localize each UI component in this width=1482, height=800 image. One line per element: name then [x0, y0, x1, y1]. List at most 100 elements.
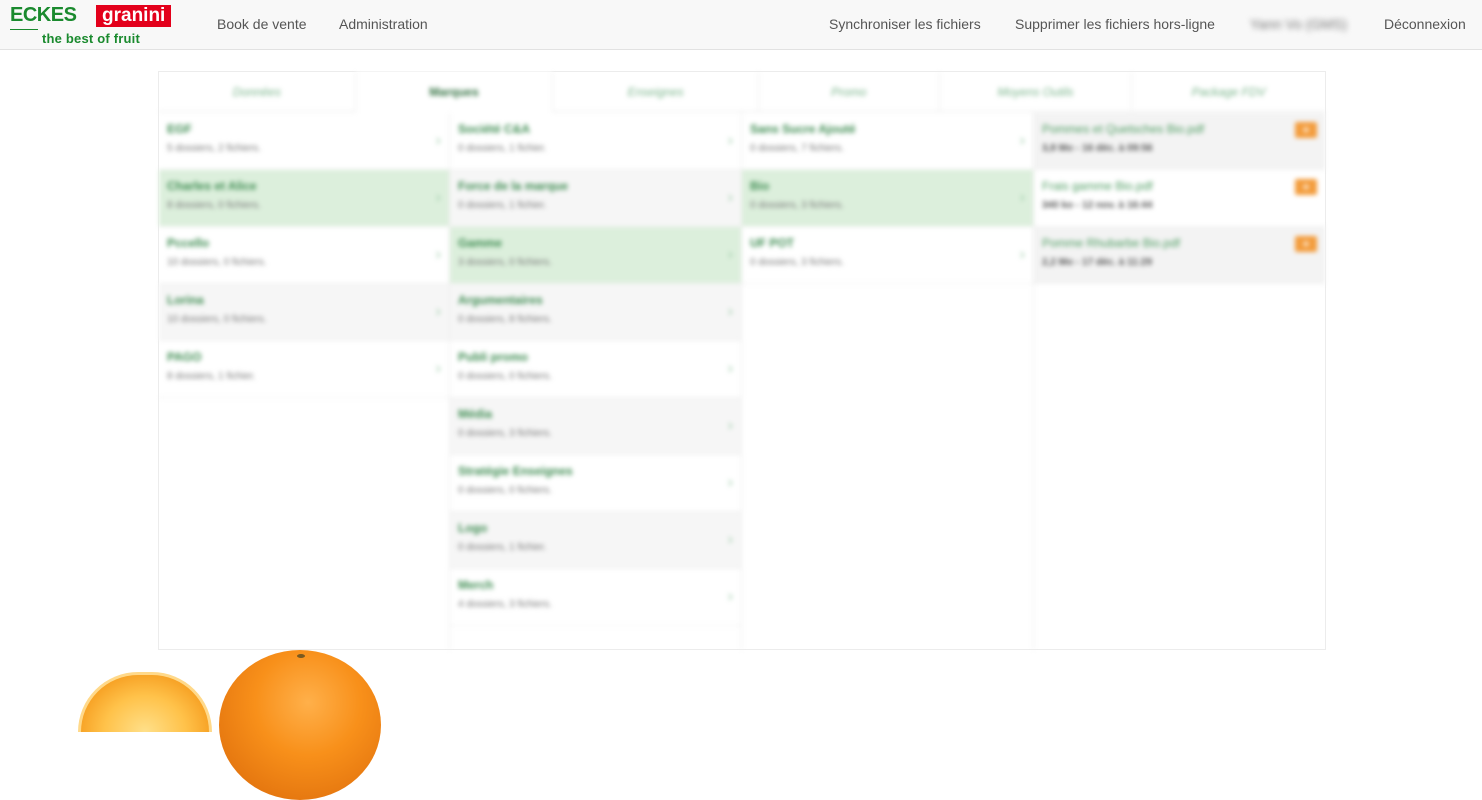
item-meta: 0 dossiers, 0 fichiers.	[458, 371, 552, 382]
file-meta: 2,2 Mo - 17 déc. à 11:29	[1042, 257, 1153, 268]
file-meta: 3,8 Mo - 16 déc. à 09:56	[1042, 143, 1153, 154]
file-item[interactable]: Pommes et Quetsches Bio.pdf 3,8 Mo - 16 d…	[1034, 113, 1325, 170]
tab-moyens-outils[interactable]: Moyens Outils	[940, 72, 1133, 112]
item-name: UF POT	[750, 236, 794, 250]
logo-eckes-text: ECKES	[10, 4, 77, 26]
list-item[interactable]: PAGO 8 dossiers, 1 fichier. ›	[159, 341, 449, 398]
list-item[interactable]: Stratégie Enseignes 0 dossiers, 0 fichier…	[450, 455, 741, 512]
item-meta: 10 dossiers, 0 fichiers.	[167, 257, 267, 268]
chevron-right-icon: ›	[1019, 246, 1025, 263]
chevron-right-icon: ›	[727, 588, 733, 605]
list-item[interactable]: Force de la marque 0 dossiers, 1 fichier.…	[450, 170, 741, 227]
column-gamme-folders: Sans Sucre Ajouté 0 dossiers, 7 fichiers.…	[742, 113, 1034, 650]
chevron-right-icon: ›	[727, 246, 733, 263]
item-meta: 0 dossiers, 1 fichier.	[458, 200, 547, 211]
orange-stem	[297, 654, 305, 658]
list-item[interactable]: Pccello 10 dossiers, 0 fichiers. ›	[159, 227, 449, 284]
logo-tagline: the best of fruit	[42, 31, 141, 46]
chevron-right-icon: ›	[727, 189, 733, 206]
list-item[interactable]: EGF 5 dossiers, 2 fichiers. ›	[159, 113, 449, 170]
item-name: Média	[458, 407, 493, 421]
list-item[interactable]: Charles et Alice 8 dossiers, 0 fichiers. ›	[159, 170, 449, 227]
column-brands: EGF 5 dossiers, 2 fichiers. › Charles et A…	[159, 113, 450, 650]
logo-granini-text: granini	[96, 5, 172, 27]
item-name: Société C&A	[458, 122, 531, 136]
file-item[interactable]: Pomme Rhubarbe Bio.pdf 2,2 Mo - 17 déc. à…	[1034, 227, 1325, 284]
nav-delete-offline-files[interactable]: Supprimer les fichiers hors-ligne	[1015, 16, 1215, 32]
item-name: Logo	[458, 521, 488, 535]
tab-promo[interactable]: Promo	[759, 72, 940, 112]
tab-package-fdv[interactable]: Package FDV	[1132, 72, 1325, 112]
item-name: Argumentaires	[458, 293, 543, 307]
file-item[interactable]: Frais gamme Bio.pdf 340 ko - 12 nov. à 16…	[1034, 170, 1325, 227]
add-offline-badge[interactable]: +	[1295, 179, 1317, 195]
tab-donnees[interactable]: Données	[159, 72, 356, 112]
item-name: Pccello	[167, 236, 210, 250]
chevron-right-icon: ›	[435, 360, 441, 377]
item-name: Bio	[750, 179, 770, 193]
list-item[interactable]: Société C&A 0 dossiers, 1 fichier. ›	[450, 113, 741, 170]
list-item[interactable]: Argumentaires 0 dossiers, 8 fichiers. ›	[450, 284, 741, 341]
item-meta: 0 dossiers, 3 fichiers.	[750, 257, 844, 268]
item-name: Publi promo	[458, 350, 528, 364]
item-name: Lorina	[167, 293, 204, 307]
item-name: Stratégie Enseignes	[458, 464, 573, 478]
item-name: Force de la marque	[458, 179, 569, 193]
chevron-right-icon: ›	[727, 531, 733, 548]
file-name: Frais gamme Bio.pdf	[1042, 179, 1153, 193]
tab-enseignes[interactable]: Enseignes	[553, 72, 759, 112]
item-meta: 0 dossiers, 7 fichiers.	[750, 143, 844, 154]
item-name: EGF	[167, 122, 192, 136]
chevron-right-icon: ›	[727, 474, 733, 491]
nav-administration[interactable]: Administration	[339, 16, 428, 32]
item-meta: 8 dossiers, 0 fichiers.	[167, 200, 261, 211]
list-item[interactable]: Merch 4 dossiers, 3 fichiers. ›	[450, 569, 741, 626]
add-offline-badge[interactable]: +	[1295, 236, 1317, 252]
list-item[interactable]: UF POT 0 dossiers, 3 fichiers. ›	[742, 227, 1033, 284]
list-item[interactable]: Logo 0 dossiers, 1 fichier. ›	[450, 512, 741, 569]
logo-divider	[10, 29, 38, 30]
chevron-right-icon: ›	[727, 417, 733, 434]
item-meta: 3 dossiers, 0 fichiers.	[458, 257, 552, 268]
chevron-right-icon: ›	[1019, 189, 1025, 206]
item-meta: 0 dossiers, 3 fichiers.	[750, 200, 844, 211]
file-meta: 340 ko - 12 nov. à 16:44	[1042, 200, 1153, 211]
eckes-granini-logo[interactable]: ECKES granini the best of fruit	[10, 4, 182, 46]
item-meta: 4 dossiers, 3 fichiers.	[458, 599, 552, 610]
list-item[interactable]: Bio 0 dossiers, 3 fichiers. ›	[742, 170, 1033, 227]
file-name: Pommes et Quetsches Bio.pdf	[1042, 122, 1205, 136]
tab-marques[interactable]: Marques	[355, 72, 554, 112]
item-meta: 0 dossiers, 3 fichiers.	[458, 428, 552, 439]
item-meta: 0 dossiers, 0 fichiers.	[458, 485, 552, 496]
add-offline-badge[interactable]: +	[1295, 122, 1317, 138]
list-item[interactable]: Gamme 3 dossiers, 0 fichiers. ›	[450, 227, 741, 284]
chevron-right-icon: ›	[727, 132, 733, 149]
column-brand-folders: Société C&A 0 dossiers, 1 fichier. › Force…	[450, 113, 742, 650]
nav-book-de-vente[interactable]: Book de vente	[217, 16, 307, 32]
item-meta: 0 dossiers, 1 fichier.	[458, 143, 547, 154]
item-name: PAGO	[167, 350, 202, 364]
list-item[interactable]: Publi promo 0 dossiers, 0 fichiers. ›	[450, 341, 741, 398]
item-name: Sans Sucre Ajouté	[750, 122, 856, 136]
list-item[interactable]: Média 0 dossiers, 3 fichiers. ›	[450, 398, 741, 455]
item-meta: 0 dossiers, 8 fichiers.	[458, 314, 552, 325]
chevron-right-icon: ›	[727, 360, 733, 377]
item-name: Merch	[458, 578, 494, 592]
nav-user-name[interactable]: Yann Vo (GMS)	[1250, 16, 1347, 32]
chevron-right-icon: ›	[727, 303, 733, 320]
chevron-right-icon: ›	[1019, 132, 1025, 149]
browser-panel: Données Marques Enseignes Promo Moyens O…	[158, 71, 1326, 650]
chevron-right-icon: ›	[435, 132, 441, 149]
item-name: Charles et Alice	[167, 179, 257, 193]
chevron-right-icon: ›	[435, 246, 441, 263]
nav-logout[interactable]: Déconnexion	[1384, 16, 1466, 32]
list-item[interactable]: Sans Sucre Ajouté 0 dossiers, 7 fichiers.…	[742, 113, 1033, 170]
column-files: Pommes et Quetsches Bio.pdf 3,8 Mo - 16 d…	[1034, 113, 1325, 650]
item-name: Gamme	[458, 236, 503, 250]
nav-sync-files[interactable]: Synchroniser les fichiers	[829, 16, 981, 32]
item-meta: 0 dossiers, 1 fichier.	[458, 542, 547, 553]
chevron-right-icon: ›	[435, 303, 441, 320]
category-tabs: Données Marques Enseignes Promo Moyens O…	[159, 72, 1325, 112]
list-item[interactable]: Lorina 10 dossiers, 0 fichiers. ›	[159, 284, 449, 341]
file-name: Pomme Rhubarbe Bio.pdf	[1042, 236, 1181, 250]
